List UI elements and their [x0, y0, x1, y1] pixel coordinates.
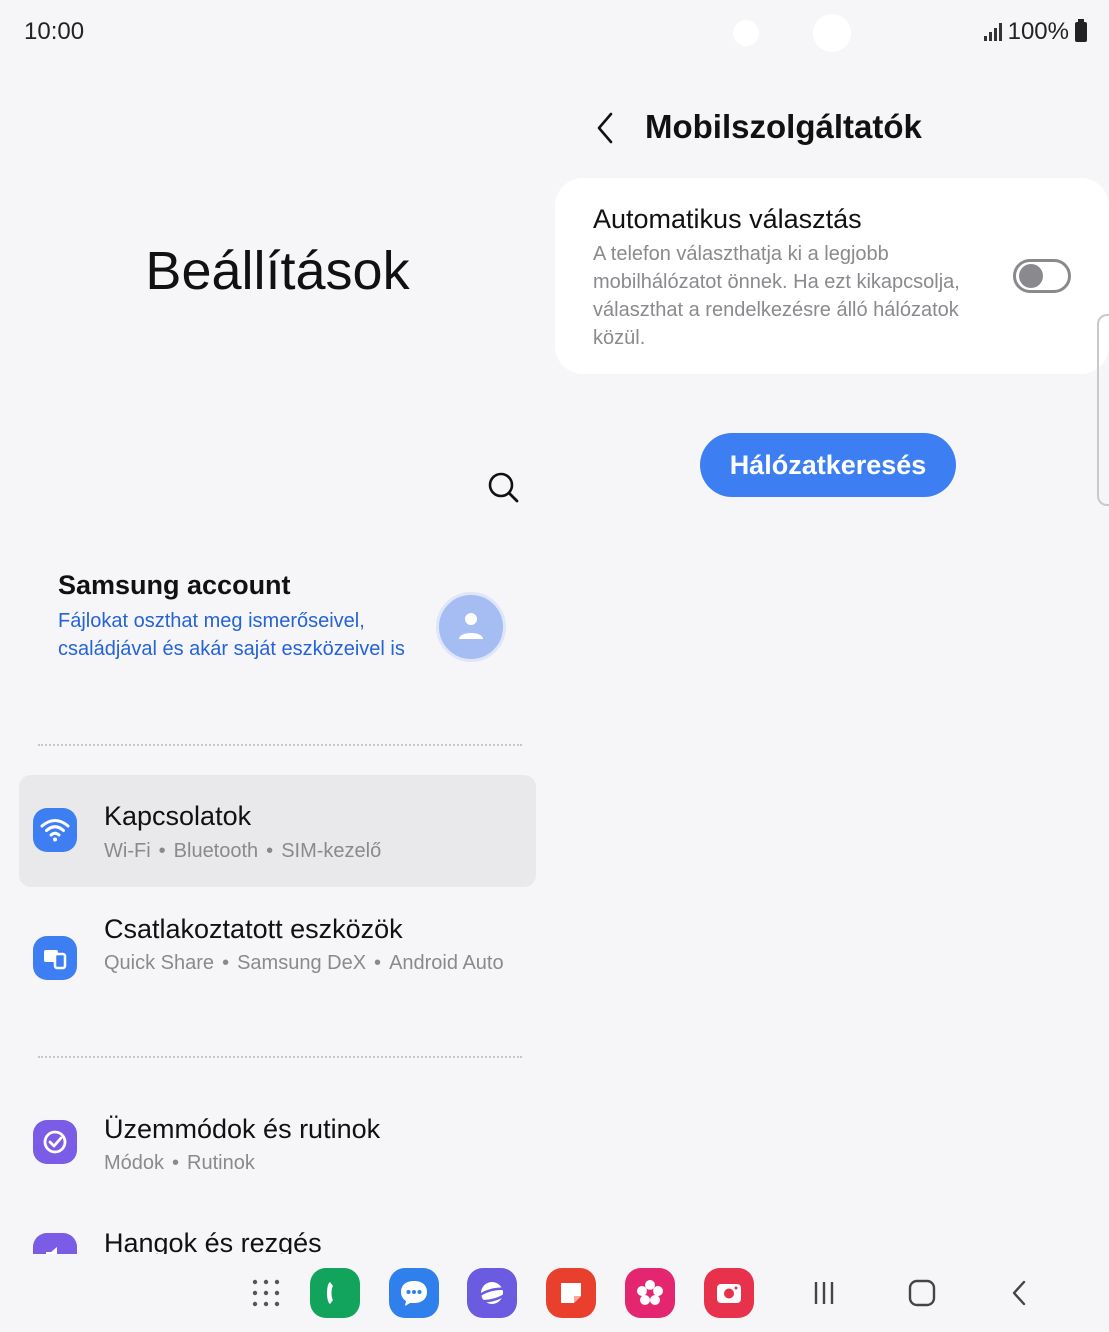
app-drawer-button[interactable]: [241, 1268, 291, 1318]
item-subtitle: Wi-Fi • Bluetooth • SIM-kezelő: [104, 840, 382, 862]
account-description: Fájlokat oszthat meg ismerőseivel, csalá…: [58, 610, 405, 660]
page-title: Mobilszolgáltatók: [645, 108, 922, 145]
divider: [38, 744, 522, 746]
camera-app[interactable]: [704, 1268, 754, 1318]
messages-icon: [401, 1281, 427, 1306]
camera-cutout: [813, 14, 851, 52]
item-title: Csatlakoztatott eszközök: [104, 914, 403, 944]
taskbar: [0, 1254, 1109, 1332]
search-button[interactable]: [484, 468, 524, 508]
settings-item-connections[interactable]: Kapcsolatok Wi-Fi • Bluetooth • SIM-kezelő: [19, 775, 536, 887]
edge-panel-handle[interactable]: [1097, 314, 1109, 506]
auto-select-title: Automatikus választás: [593, 204, 862, 234]
back-button[interactable]: [591, 108, 621, 148]
avatar[interactable]: [436, 592, 506, 662]
signal-icon: [983, 23, 1002, 41]
status-indicators: 100%: [983, 18, 1087, 46]
phone-app[interactable]: [310, 1268, 360, 1318]
camera-icon: [717, 1284, 741, 1303]
item-subtitle: Módok • Rutinok: [104, 1152, 255, 1174]
person-icon: [459, 613, 483, 639]
settings-item-modes-routines[interactable]: Üzemmódok és rutinok Módok • Rutinok: [19, 1094, 536, 1204]
settings-list-pane: Beállítások Samsung account Fájlokat osz…: [0, 64, 555, 1254]
auto-select-card[interactable]: Automatikus választás A telefon választh…: [555, 178, 1109, 374]
home-icon: [908, 1279, 936, 1307]
auto-select-toggle[interactable]: [1013, 259, 1071, 293]
settings-item-connected-devices[interactable]: Csatlakoztatott eszközök Quick Share • Sam…: [19, 894, 536, 1024]
chevron-left-icon: [597, 112, 613, 144]
mobile-networks-pane: Mobilszolgáltatók Automatikus választás …: [555, 64, 1109, 1254]
recent-apps-button[interactable]: [804, 1274, 844, 1312]
camera-cutout: [733, 20, 759, 46]
gallery-icon: [637, 1280, 663, 1305]
battery-percent: 100%: [1007, 18, 1069, 45]
item-title: Hangok és rezgés: [104, 1228, 322, 1254]
connected-devices-icon: [33, 936, 77, 980]
notes-icon: [561, 1283, 581, 1303]
item-title: Üzemmódok és rutinok: [104, 1114, 381, 1144]
internet-icon: [476, 1282, 509, 1304]
gallery-app[interactable]: [625, 1268, 675, 1318]
modes-routines-icon: [33, 1120, 77, 1164]
settings-item-sounds[interactable]: Hangok és rezgés: [19, 1210, 536, 1254]
item-title: Kapcsolatok: [104, 801, 252, 831]
sound-icon: [33, 1233, 77, 1254]
internet-app[interactable]: [467, 1268, 517, 1318]
back-icon: [1012, 1280, 1026, 1306]
nav-back-button[interactable]: [1000, 1274, 1040, 1312]
auto-select-description: A telefon választhatja ki a legjobb mobi…: [593, 243, 960, 349]
status-bar: 10:00 100%: [0, 0, 1109, 64]
apps-grid-icon: [252, 1279, 280, 1307]
search-icon: [488, 472, 519, 503]
notes-app[interactable]: [546, 1268, 596, 1318]
phone-icon: [327, 1282, 333, 1304]
messages-app[interactable]: [389, 1268, 439, 1318]
battery-icon: [1075, 19, 1087, 42]
item-subtitle: Quick Share • Samsung DeX • Android Auto: [104, 952, 504, 974]
home-button[interactable]: [902, 1274, 942, 1312]
wifi-icon: [33, 808, 77, 852]
recent-apps-icon: [814, 1282, 834, 1304]
toggle-knob: [1019, 264, 1043, 288]
network-search-button[interactable]: Hálózatkeresés: [700, 433, 956, 497]
samsung-account-item[interactable]: Samsung account Fájlokat oszthat meg ism…: [58, 570, 528, 710]
status-time: 10:00: [24, 18, 85, 45]
page-title: Beállítások: [145, 241, 410, 301]
divider: [38, 1056, 522, 1058]
